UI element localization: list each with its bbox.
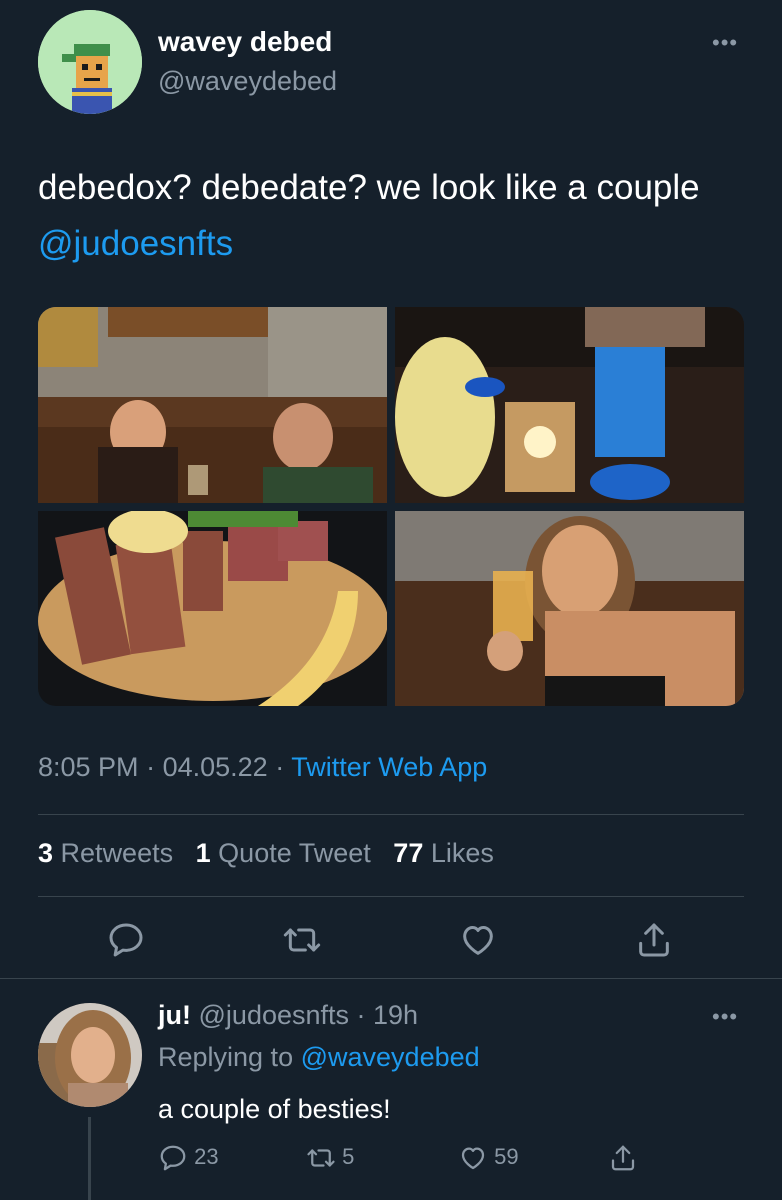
meta-separator: · [275,752,285,782]
replying-to-label: Replying to [158,1042,294,1072]
tweet-text: debedox? debedate? we look like a couple… [38,160,738,272]
share-icon [611,1145,635,1171]
replying-to: Replying to @waveydebed [158,1042,480,1073]
reply-age[interactable]: 19h [373,1000,418,1030]
reply-more-options-icon[interactable]: ••• [712,1004,738,1030]
retweets-label: Retweets [60,838,174,868]
tweet-time[interactable]: 8:05 PM [38,752,139,782]
tweet-stats: 3 Retweets 1 Quote Tweet 77 Likes [38,838,494,869]
reply-display-name[interactable]: ju! [158,1000,191,1030]
retweets-stat[interactable]: 3 Retweets [38,838,173,868]
reply-text: a couple of besties! [158,1094,391,1124]
photo-steak-risotto[interactable] [38,511,387,706]
mention-link[interactable]: @judoesnfts [38,224,233,263]
meta-separator: · [146,752,156,782]
tweet-source[interactable]: Twitter Web App [291,752,487,782]
reply-separator: · [349,1000,374,1030]
reply-author-avatar[interactable] [38,1003,142,1107]
replying-to-handle[interactable]: @waveydebed [301,1042,480,1072]
reply-like-button[interactable]: 59 [458,1143,519,1173]
reply-share-button[interactable] [608,1143,638,1173]
quotes-count: 1 [195,838,211,868]
reply-reply-count: 23 [194,1143,219,1169]
photo-restaurant-couple[interactable] [38,307,387,503]
media-grid [38,307,744,706]
heart-icon[interactable] [458,920,498,960]
tweet-date[interactable]: 04.05.22 [163,752,268,782]
reply-retweet-button[interactable]: 5 [306,1143,354,1173]
quotes-stat[interactable]: 1 Quote Tweet [196,838,371,868]
author-display-name[interactable]: wavey debed [158,26,332,58]
reply-handle[interactable]: @judoesnfts [199,1000,350,1030]
author-handle[interactable]: @waveydebed [158,66,337,97]
thread-line [88,1117,91,1200]
tweet-text-body: debedox? debedate? we look like a couple [38,168,700,207]
reply-header: ju! @judoesnfts · 19h [158,1000,418,1031]
divider [38,896,744,897]
reply-icon[interactable] [106,920,146,960]
reply-retweet-count: 5 [342,1143,355,1169]
photo-drinks-candle[interactable] [395,307,744,503]
author-avatar[interactable] [38,10,142,114]
likes-stat[interactable]: 77 Likes [393,838,494,868]
quotes-label: Quote Tweet [218,838,371,868]
reply-icon [160,1145,186,1171]
divider [38,814,744,815]
reply-reply-button[interactable]: 23 [158,1143,219,1173]
reply-like-count: 59 [494,1143,519,1169]
retweet-icon [307,1149,335,1167]
photo-woman-with-drink[interactable] [395,511,744,706]
more-options-icon[interactable]: ••• [712,30,738,56]
tweet-meta: 8:05 PM · 04.05.22 · Twitter Web App [38,752,487,783]
likes-count: 77 [393,838,424,868]
heart-icon [461,1147,485,1170]
retweet-icon[interactable] [282,920,322,960]
divider [0,978,782,979]
retweets-count: 3 [38,838,54,868]
share-icon[interactable] [634,920,674,960]
likes-label: Likes [430,838,494,868]
